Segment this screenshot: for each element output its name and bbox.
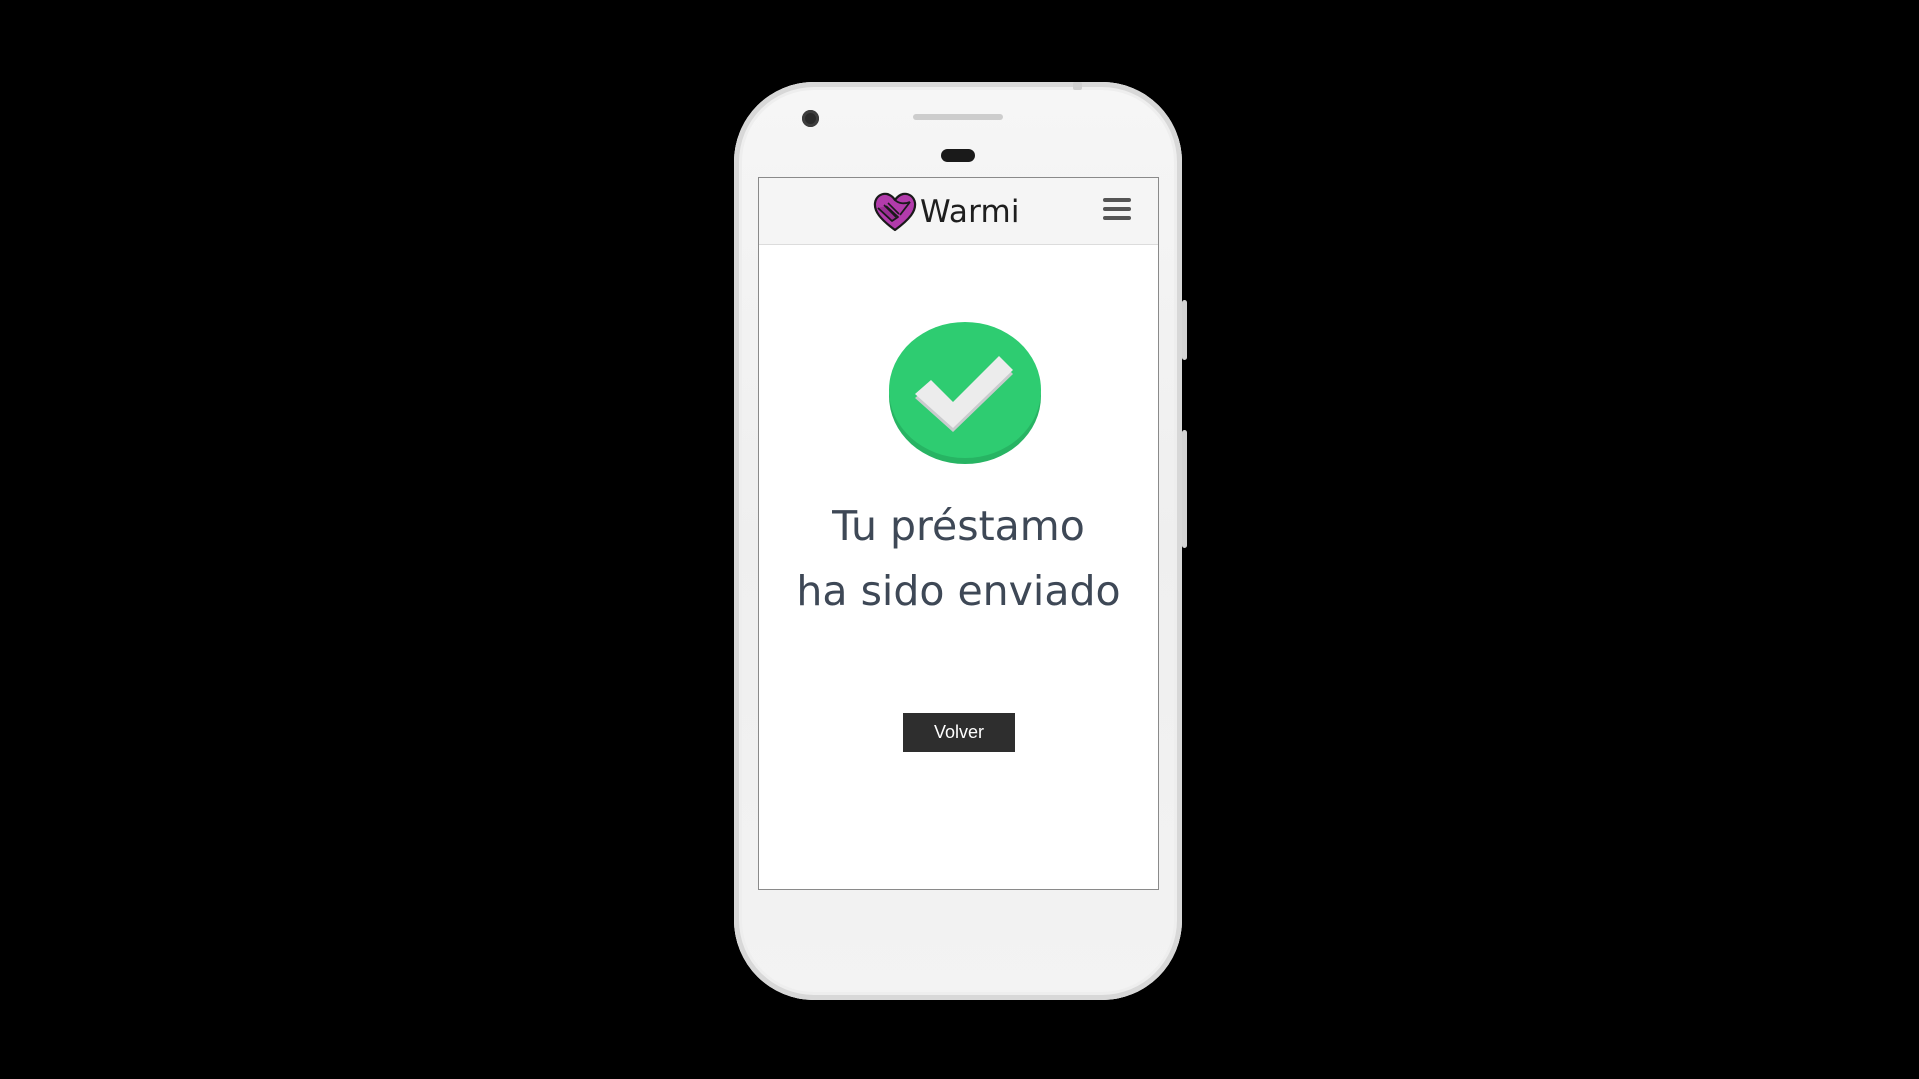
brand-name: Warmi <box>920 194 1020 230</box>
power-button <box>1182 300 1187 360</box>
heart-hands-icon <box>873 192 917 232</box>
front-camera-icon <box>802 110 819 127</box>
stage: Warmi Tu préstamo ha sido enviado Volver <box>0 0 1919 1079</box>
phone-top-notch <box>1073 82 1082 90</box>
volver-button[interactable]: Volver <box>903 713 1015 752</box>
menu-bar <box>1103 198 1131 202</box>
phone-screen: Warmi Tu préstamo ha sido enviado Volver <box>758 177 1159 890</box>
check-circle-icon <box>889 322 1041 464</box>
navbar: Warmi <box>759 178 1158 245</box>
hamburger-menu-icon[interactable] <box>1103 198 1133 224</box>
success-message-line2: ha sido enviado <box>796 567 1121 615</box>
success-message: Tu préstamo ha sido enviado <box>759 494 1158 624</box>
volume-button <box>1182 430 1187 548</box>
proximity-sensor <box>941 149 975 162</box>
menu-bar <box>1103 207 1131 211</box>
success-message-line1: Tu préstamo <box>832 502 1085 550</box>
brand-link[interactable]: Warmi <box>872 190 1020 234</box>
earpiece-speaker <box>913 114 1003 120</box>
menu-bar <box>1103 216 1131 220</box>
